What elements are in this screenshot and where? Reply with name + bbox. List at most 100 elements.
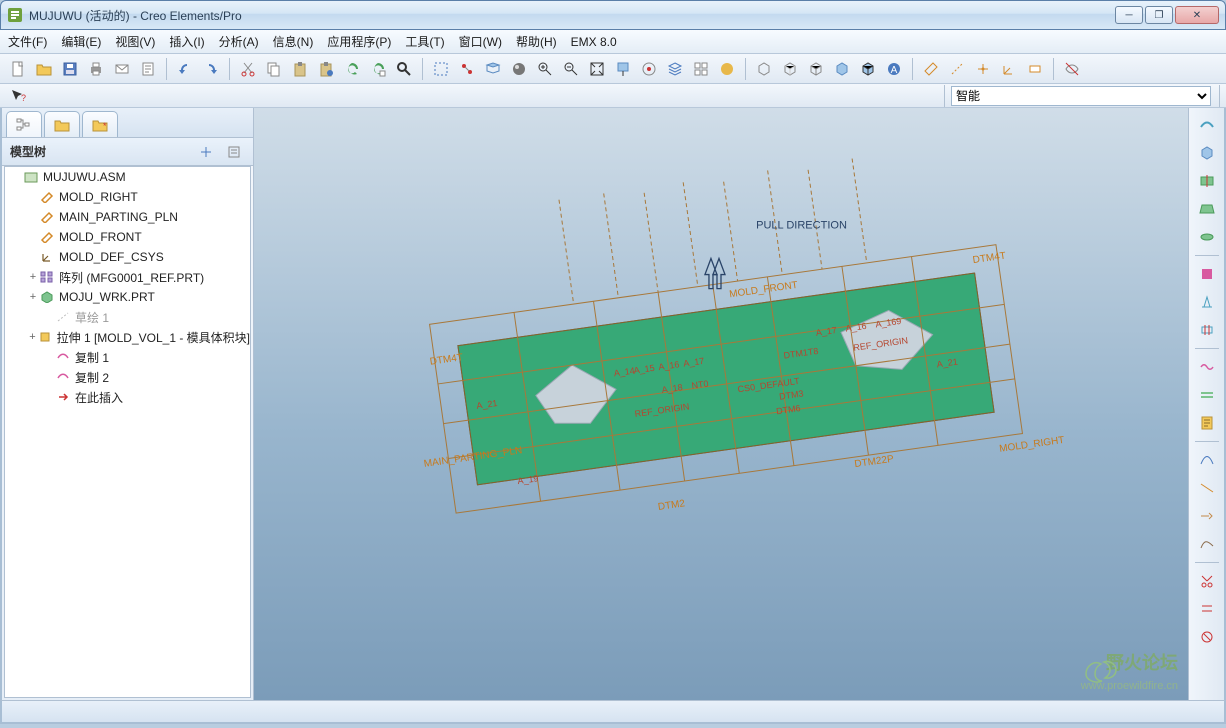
selection-filter-combo[interactable]: 智能 [951, 86, 1211, 106]
surf-select-button[interactable] [481, 57, 505, 81]
tree-item[interactable]: MOLD_FRONT [5, 227, 250, 247]
disp-style-1-button[interactable] [752, 57, 776, 81]
new-button[interactable] [6, 57, 30, 81]
menu-file[interactable]: 文件(F) [8, 33, 47, 50]
tree-item[interactable]: 复制 2 [5, 367, 250, 387]
rt-extend-button[interactable] [1193, 503, 1221, 529]
datum-csys-toggle[interactable] [997, 57, 1021, 81]
datum-plane-toggle[interactable] [919, 57, 943, 81]
close-button[interactable]: ✕ [1175, 6, 1219, 24]
menu-tools[interactable]: 工具(T) [405, 33, 444, 50]
rt-split-button[interactable] [1193, 168, 1221, 194]
rt-skirt-button[interactable] [1193, 196, 1221, 222]
disp-style-3-button[interactable] [804, 57, 828, 81]
rt-merge-button[interactable] [1193, 531, 1221, 557]
tree-item[interactable]: 复制 1 [5, 347, 250, 367]
rt-shadevol-button[interactable] [1193, 261, 1221, 287]
tree-item[interactable]: 在此插入 [5, 387, 250, 407]
copy-button[interactable] [262, 57, 286, 81]
graphics-viewport[interactable]: A_14 A_15 A_16 A_17 A_18 NT0 A_17 A_16 A… [254, 108, 1188, 700]
rt-fill-button[interactable] [1193, 224, 1221, 250]
page-setup-button[interactable] [136, 57, 160, 81]
main-area: * 模型树 MUJUWU.ASM MOLD_RIGHT MAIN_PARTING… [0, 108, 1226, 700]
menu-edit[interactable]: 编辑(E) [61, 33, 101, 50]
refit-button[interactable] [585, 57, 609, 81]
tree-item[interactable]: +MOJU_WRK.PRT [5, 287, 250, 307]
tree-root[interactable]: MUJUWU.ASM [5, 167, 250, 187]
disp-style-4-button[interactable] [830, 57, 854, 81]
minimize-button[interactable]: ─ [1115, 6, 1143, 24]
rt-curve1-button[interactable] [1193, 447, 1221, 473]
disp-style-5-button[interactable] [856, 57, 880, 81]
appearance-button[interactable] [715, 57, 739, 81]
open-button[interactable] [32, 57, 56, 81]
rt-waterline-button[interactable] [1193, 354, 1221, 380]
tree-header-label: 模型树 [10, 143, 46, 160]
rt-cooling-button[interactable] [1193, 382, 1221, 408]
datum-point-toggle[interactable] [971, 57, 995, 81]
tab-folder[interactable] [44, 111, 80, 137]
tab-model-tree[interactable] [6, 111, 42, 137]
annot-button[interactable]: A [882, 57, 906, 81]
select-button[interactable] [429, 57, 453, 81]
menu-info[interactable]: 信息(N) [273, 33, 314, 50]
rt-thick-check-button[interactable] [1193, 317, 1221, 343]
model-disp-button[interactable] [1060, 57, 1084, 81]
chain-button[interactable] [455, 57, 479, 81]
rt-parting-surf-button[interactable] [1193, 112, 1221, 138]
menu-view[interactable]: 视图(V) [115, 33, 155, 50]
tree-item[interactable]: +拉伸 1 [MOLD_VOL_1 - 模具体积块] [5, 327, 250, 347]
shade-button[interactable] [507, 57, 531, 81]
maximize-button[interactable]: ❐ [1145, 6, 1173, 24]
disp-style-2-button[interactable] [778, 57, 802, 81]
menu-help[interactable]: 帮助(H) [516, 33, 557, 50]
insert-here-icon [55, 390, 71, 404]
view-mgr-button[interactable] [689, 57, 713, 81]
zoomout-button[interactable] [559, 57, 583, 81]
redo-button[interactable] [199, 57, 223, 81]
rt-volume-button[interactable] [1193, 140, 1221, 166]
status-bar [0, 700, 1226, 724]
help-cursor-button[interactable]: ? [6, 84, 30, 108]
zoomin-button[interactable] [533, 57, 557, 81]
part-icon [39, 290, 55, 304]
menu-app[interactable]: 应用程序(P) [327, 33, 391, 50]
print-button[interactable] [84, 57, 108, 81]
datum-tag-toggle[interactable] [1023, 57, 1047, 81]
separator [422, 58, 423, 80]
datum-axis-toggle[interactable] [945, 57, 969, 81]
save-button[interactable] [58, 57, 82, 81]
menu-window[interactable]: 窗口(W) [459, 33, 502, 50]
rt-trim-button[interactable] [1193, 568, 1221, 594]
pattern-icon [39, 270, 55, 284]
rt-show-button[interactable] [1193, 624, 1221, 650]
rt-offset-button[interactable] [1193, 596, 1221, 622]
model-tree[interactable]: MUJUWU.ASM MOLD_RIGHT MAIN_PARTING_PLN M… [4, 166, 251, 698]
find-button[interactable] [392, 57, 416, 81]
rt-catalog-button[interactable] [1193, 410, 1221, 436]
tree-item[interactable]: MOLD_DEF_CSYS [5, 247, 250, 267]
undo-button[interactable] [173, 57, 197, 81]
email-button[interactable] [110, 57, 134, 81]
tree-item[interactable]: 草绘 1 [5, 307, 250, 327]
paste-special-button[interactable] [314, 57, 338, 81]
tree-item[interactable]: MAIN_PARTING_PLN [5, 207, 250, 227]
tab-favorites[interactable]: * [82, 111, 118, 137]
layers-button[interactable] [663, 57, 687, 81]
cut-button[interactable] [236, 57, 260, 81]
menu-insert[interactable]: 插入(I) [169, 33, 204, 50]
rt-draft-check-button[interactable] [1193, 289, 1221, 315]
menu-analysis[interactable]: 分析(A) [219, 33, 259, 50]
extrude-icon [38, 330, 53, 344]
repaint-button[interactable] [611, 57, 635, 81]
regen-mgr-button[interactable] [366, 57, 390, 81]
rt-curve2-button[interactable] [1193, 475, 1221, 501]
spin-center-button[interactable] [637, 57, 661, 81]
menu-emx[interactable]: EMX 8.0 [571, 35, 617, 49]
tree-item[interactable]: +阵列 (MFG0001_REF.PRT) [5, 267, 250, 287]
tree-show-button[interactable] [223, 142, 245, 162]
regen-button[interactable] [340, 57, 364, 81]
tree-settings-button[interactable] [195, 142, 217, 162]
tree-item[interactable]: MOLD_RIGHT [5, 187, 250, 207]
paste-button[interactable] [288, 57, 312, 81]
